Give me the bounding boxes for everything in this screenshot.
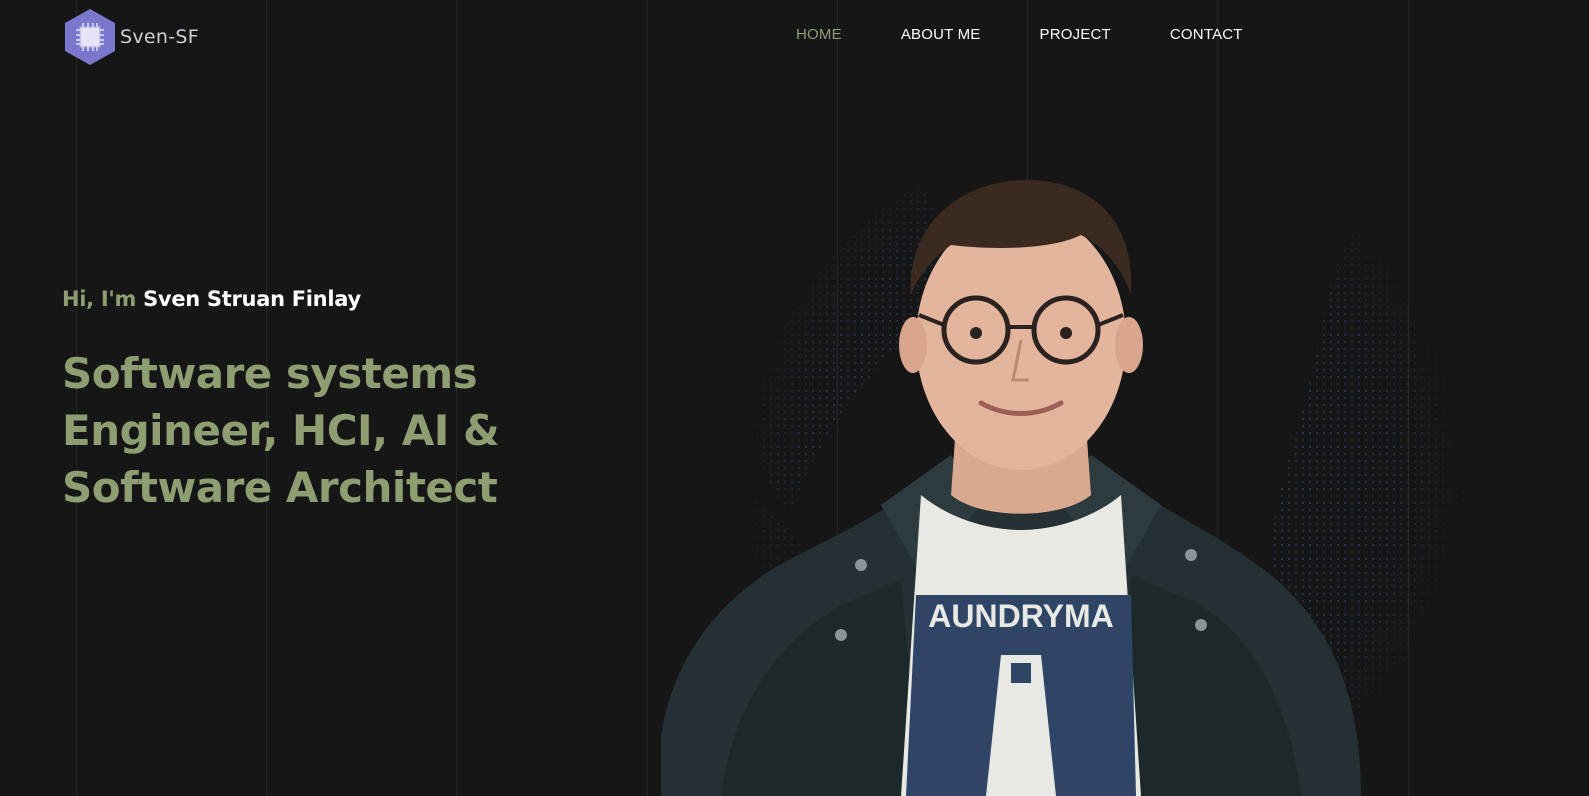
- brand-logo[interactable]: Sven-SF: [64, 8, 199, 66]
- grid-line: [647, 0, 648, 796]
- page: AUNDRYMA Sven-SF HOME ABOUT ME PROJECT C…: [0, 0, 1589, 796]
- nav-home[interactable]: HOME: [796, 26, 842, 43]
- greeting-prefix: Hi, I'm: [62, 287, 137, 311]
- headline-line: Software systems: [62, 349, 478, 398]
- nav-about-me[interactable]: ABOUT ME: [901, 26, 981, 43]
- main-nav: HOME ABOUT ME PROJECT CONTACT: [796, 26, 1302, 43]
- cpu-chip-hexagon-icon: [65, 9, 115, 65]
- headline-line: Engineer, HCI, AI &: [62, 406, 500, 455]
- brand-name: Sven-SF: [120, 26, 199, 48]
- headline-line: Software Architect: [62, 463, 498, 512]
- hero-name: Sven Struan Finlay: [143, 287, 361, 311]
- nav-project[interactable]: PROJECT: [1039, 26, 1110, 43]
- profile-photo: AUNDRYMA: [661, 180, 1361, 796]
- hero-headline: Software systems Engineer, HCI, AI & Sof…: [62, 345, 582, 516]
- nav-contact[interactable]: CONTACT: [1170, 26, 1243, 43]
- svg-text:AUNDRYMA: AUNDRYMA: [928, 598, 1113, 634]
- hero-greeting: Hi, I'm Sven Struan Finlay: [62, 287, 361, 311]
